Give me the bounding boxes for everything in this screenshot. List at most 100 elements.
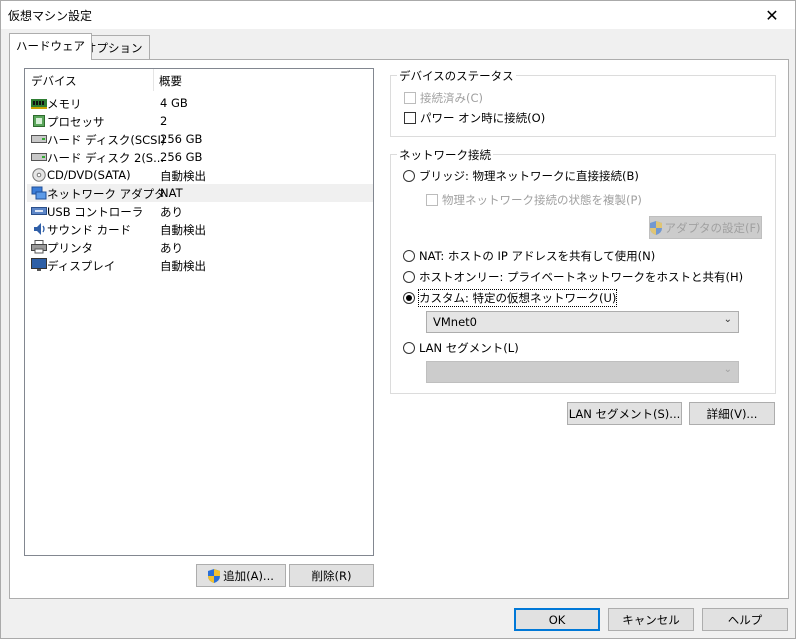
connected-checkbox[interactable]: 接続済み(C) bbox=[404, 90, 483, 106]
close-icon: ✕ bbox=[765, 5, 779, 25]
nat-label: NAT: ホストの IP アドレスを共有して使用(N) bbox=[419, 249, 656, 263]
ok-button-label: OK bbox=[548, 612, 566, 627]
printer-icon bbox=[31, 240, 47, 254]
remove-device-button[interactable]: 削除(R) bbox=[289, 564, 374, 587]
custom-radio[interactable]: カスタム: 特定の仮想ネットワーク(U) bbox=[403, 289, 618, 307]
host-only-radio[interactable]: ホストオンリー: プライベートネットワークをホストと共有(H) bbox=[403, 269, 743, 285]
replicate-state-label: 物理ネットワーク接続の状態を複製(P) bbox=[442, 193, 642, 207]
column-separator[interactable] bbox=[153, 69, 154, 91]
device-name: メモリ bbox=[47, 97, 82, 111]
nat-radio[interactable]: NAT: ホストの IP アドレスを共有して使用(N) bbox=[403, 248, 655, 264]
memory-icon bbox=[31, 96, 47, 110]
connect-at-power-on-label: パワー オン時に接続(O) bbox=[420, 111, 546, 125]
network-adapter-icon bbox=[31, 186, 47, 200]
lan-segment-radio[interactable]: LAN セグメント(L) bbox=[403, 340, 519, 356]
replicate-state-checkbox[interactable]: 物理ネットワーク接続の状態を複製(P) bbox=[426, 192, 642, 208]
device-summary: 256 GB bbox=[160, 150, 203, 164]
cd-dvd-icon bbox=[31, 168, 47, 182]
lan-segment-label: LAN セグメント(L) bbox=[419, 341, 519, 355]
device-status-legend: デバイスのステータス bbox=[397, 68, 516, 84]
add-device-button[interactable]: 追加(A)... bbox=[196, 564, 286, 587]
device-row-network-adapter[interactable]: ネットワーク アダプタ NAT bbox=[27, 184, 373, 202]
ok-button[interactable]: OK bbox=[514, 608, 600, 631]
connect-at-power-on-checkbox[interactable]: パワー オン時に接続(O) bbox=[404, 110, 545, 126]
device-name: ハード ディスク 2(S... bbox=[47, 151, 165, 165]
processor-icon bbox=[31, 114, 47, 128]
custom-network-select[interactable]: VMnet0 ⌄ bbox=[426, 311, 739, 333]
advanced-button[interactable]: 詳細(V)... bbox=[689, 402, 775, 425]
help-button[interactable]: ヘルプ bbox=[702, 608, 788, 631]
network-connection-legend: ネットワーク接続 bbox=[397, 147, 493, 163]
lan-segment-select[interactable]: ⌄ bbox=[426, 361, 739, 383]
device-name: プロセッサ bbox=[47, 115, 105, 129]
device-name: USB コントローラ bbox=[47, 205, 144, 219]
device-summary: 256 GB bbox=[160, 132, 203, 146]
device-list[interactable]: デバイス 概要 メモリ 4 GB プロセッサ 2 ハード ディスク(SCSI) … bbox=[24, 68, 374, 556]
hard-disk-icon bbox=[31, 132, 47, 146]
device-row-printer[interactable]: プリンタ あり bbox=[27, 238, 373, 256]
adapter-settings-label: アダプタの設定(F) bbox=[664, 220, 761, 235]
display-icon bbox=[31, 258, 47, 272]
device-row-display[interactable]: ディスプレイ 自動検出 bbox=[27, 256, 373, 274]
advanced-button-label: 詳細(V)... bbox=[706, 406, 758, 421]
radio-circle bbox=[403, 342, 415, 354]
title-bar: 仮想マシン設定 ✕ bbox=[1, 1, 795, 29]
hard-disk-icon bbox=[31, 150, 47, 164]
tab-hardware-label: ハードウェア bbox=[16, 39, 85, 53]
shield-icon bbox=[208, 568, 221, 583]
bridged-radio[interactable]: ブリッジ: 物理ネットワークに直接接続(B) bbox=[403, 168, 639, 184]
add-device-button-label: 追加(A)... bbox=[223, 568, 274, 583]
device-row-hard-disk-scsi[interactable]: ハード ディスク(SCSI) 256 GB bbox=[27, 130, 373, 148]
host-only-label: ホストオンリー: プライベートネットワークをホストと共有(H) bbox=[419, 270, 744, 284]
device-name: ディスプレイ bbox=[47, 259, 116, 273]
chevron-down-icon: ⌄ bbox=[723, 364, 732, 375]
tab-options-label: オプション bbox=[85, 41, 143, 55]
column-header-summary[interactable]: 概要 bbox=[159, 73, 182, 89]
checkbox-box bbox=[404, 92, 416, 104]
device-summary: あり bbox=[160, 205, 183, 219]
device-summary: 自動検出 bbox=[160, 223, 206, 237]
close-button[interactable]: ✕ bbox=[749, 1, 795, 29]
radio-circle bbox=[403, 271, 415, 283]
checkbox-box bbox=[404, 112, 416, 124]
lan-segments-button-label: LAN セグメント(S)... bbox=[568, 406, 681, 421]
sound-card-icon bbox=[31, 222, 47, 236]
chevron-down-icon: ⌄ bbox=[723, 314, 732, 325]
device-status-group: デバイスのステータス 接続済み(C) パワー オン時に接続(O) bbox=[390, 68, 776, 137]
column-header-device[interactable]: デバイス bbox=[31, 73, 77, 89]
device-row-usb-controller[interactable]: USB コントローラ あり bbox=[27, 202, 373, 220]
usb-icon bbox=[31, 204, 47, 218]
radio-circle bbox=[403, 170, 415, 182]
shield-icon bbox=[650, 220, 663, 235]
tab-hardware[interactable]: ハードウェア bbox=[9, 33, 92, 60]
help-button-label: ヘルプ bbox=[727, 612, 763, 627]
radio-circle-selected bbox=[403, 292, 415, 304]
device-row-hard-disk-2[interactable]: ハード ディスク 2(S... 256 GB bbox=[27, 148, 373, 166]
lan-segments-button[interactable]: LAN セグメント(S)... bbox=[567, 402, 682, 425]
window-title: 仮想マシン設定 bbox=[8, 9, 93, 23]
device-summary: 自動検出 bbox=[160, 169, 206, 183]
custom-label: カスタム: 特定の仮想ネットワーク(U) bbox=[417, 289, 618, 307]
device-row-cd-dvd[interactable]: CD/DVD(SATA) 自動検出 bbox=[27, 166, 373, 184]
cancel-button-label: キャンセル bbox=[622, 612, 680, 627]
radio-circle bbox=[403, 250, 415, 262]
device-summary: 2 bbox=[160, 114, 168, 128]
custom-network-value: VMnet0 bbox=[433, 315, 477, 329]
network-connection-group: ネットワーク接続 ブリッジ: 物理ネットワークに直接接続(B) 物理ネットワーク… bbox=[390, 147, 776, 394]
cancel-button[interactable]: キャンセル bbox=[608, 608, 694, 631]
connected-label: 接続済み(C) bbox=[420, 91, 484, 105]
device-name: プリンタ bbox=[47, 241, 93, 255]
checkbox-box bbox=[426, 194, 438, 206]
bridged-label: ブリッジ: 物理ネットワークに直接接続(B) bbox=[419, 169, 639, 183]
adapter-settings-button[interactable]: アダプタの設定(F) bbox=[649, 216, 762, 239]
device-name: サウンド カード bbox=[47, 223, 132, 237]
device-row-sound-card[interactable]: サウンド カード 自動検出 bbox=[27, 220, 373, 238]
device-row-processor[interactable]: プロセッサ 2 bbox=[27, 112, 373, 130]
remove-device-button-label: 削除(R) bbox=[311, 568, 352, 583]
device-row-memory[interactable]: メモリ 4 GB bbox=[27, 94, 373, 112]
device-name: ネットワーク アダプタ bbox=[47, 187, 166, 201]
hardware-tab-panel: デバイス 概要 メモリ 4 GB プロセッサ 2 ハード ディスク(SCSI) … bbox=[9, 59, 789, 599]
device-name: CD/DVD(SATA) bbox=[47, 168, 131, 182]
device-summary: 自動検出 bbox=[160, 259, 206, 273]
device-name: ハード ディスク(SCSI) bbox=[47, 133, 166, 147]
